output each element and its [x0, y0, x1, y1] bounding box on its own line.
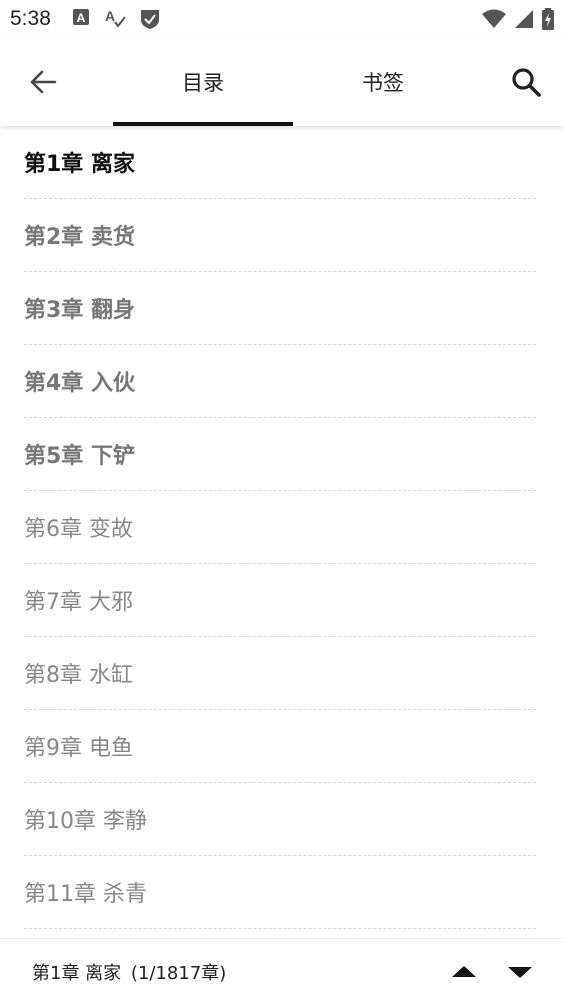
shield-check-icon	[141, 10, 159, 29]
chapter-title: 第5章 下铲	[24, 444, 135, 469]
tab-label: 书签	[362, 71, 404, 95]
chapter-item[interactable]: 第3章 翻身	[24, 272, 536, 345]
chapter-title: 第9章 电鱼	[24, 736, 133, 761]
chapter-item[interactable]: 第5章 下铲	[24, 418, 536, 491]
tab-label: 目录	[182, 71, 224, 95]
chapter-item[interactable]: 第9章 电鱼	[24, 710, 536, 783]
chapter-title: 第7章 大邪	[24, 590, 133, 615]
font-a-icon: A	[73, 9, 89, 25]
tab-indicator	[113, 122, 293, 126]
cell-signal-icon	[515, 10, 533, 28]
chapter-item[interactable]: 第4章 入伙	[24, 345, 536, 418]
toolbar: 目录 书签	[0, 38, 564, 126]
scroll-top-icon[interactable]	[450, 961, 478, 983]
tab-bookmarks[interactable]: 书签	[293, 38, 473, 126]
chapter-title: 第4章 入伙	[24, 371, 135, 396]
reading-progress: 第1章 离家 (1/1817章)	[32, 959, 226, 985]
chapter-list[interactable]: 第1章 离家 第2章 卖货 第3章 翻身 第4章 入伙 第5章 下铲 第6章 变…	[0, 126, 564, 938]
status-time: 5:38	[10, 7, 51, 30]
chapter-item-current[interactable]: 第1章 离家	[24, 126, 536, 199]
back-arrow-icon[interactable]	[28, 66, 60, 98]
chapter-title: 第6章 变故	[24, 517, 133, 542]
chapter-item[interactable]: 第10章 李静	[24, 783, 536, 856]
chapter-title: 第8章 水缸	[24, 663, 133, 688]
current-chapter-label: 第1章 离家	[32, 963, 122, 984]
chapter-item[interactable]: 第8章 水缸	[24, 637, 536, 710]
chapter-title: 第10章 李静	[24, 809, 147, 834]
search-icon[interactable]	[510, 66, 542, 98]
chapter-item[interactable]: 第2章 卖货	[24, 199, 536, 272]
chapter-title: 第2章 卖货	[24, 225, 135, 250]
status-bar: 5:38 A A	[0, 0, 564, 38]
bottom-bar: 第1章 离家 (1/1817章)	[0, 938, 564, 1005]
scroll-bottom-icon[interactable]	[506, 961, 534, 983]
svg-text:A: A	[77, 11, 86, 25]
spellcheck-icon: A	[105, 8, 126, 28]
chapter-item[interactable]: 第7章 大邪	[24, 564, 536, 637]
svg-text:A: A	[105, 8, 115, 24]
tab-table-of-contents[interactable]: 目录	[113, 38, 293, 126]
chapter-title: 第3章 翻身	[24, 298, 135, 323]
chapter-item[interactable]: 第6章 变故	[24, 491, 536, 564]
chapter-title: 第1章 离家	[24, 152, 135, 177]
battery-charging-icon	[542, 8, 554, 30]
chapter-count-label: (1/1817章)	[130, 963, 227, 984]
wifi-icon	[482, 9, 506, 28]
chapter-item[interactable]: 第11章 杀青	[24, 856, 536, 929]
chapter-title: 第11章 杀青	[24, 882, 147, 907]
